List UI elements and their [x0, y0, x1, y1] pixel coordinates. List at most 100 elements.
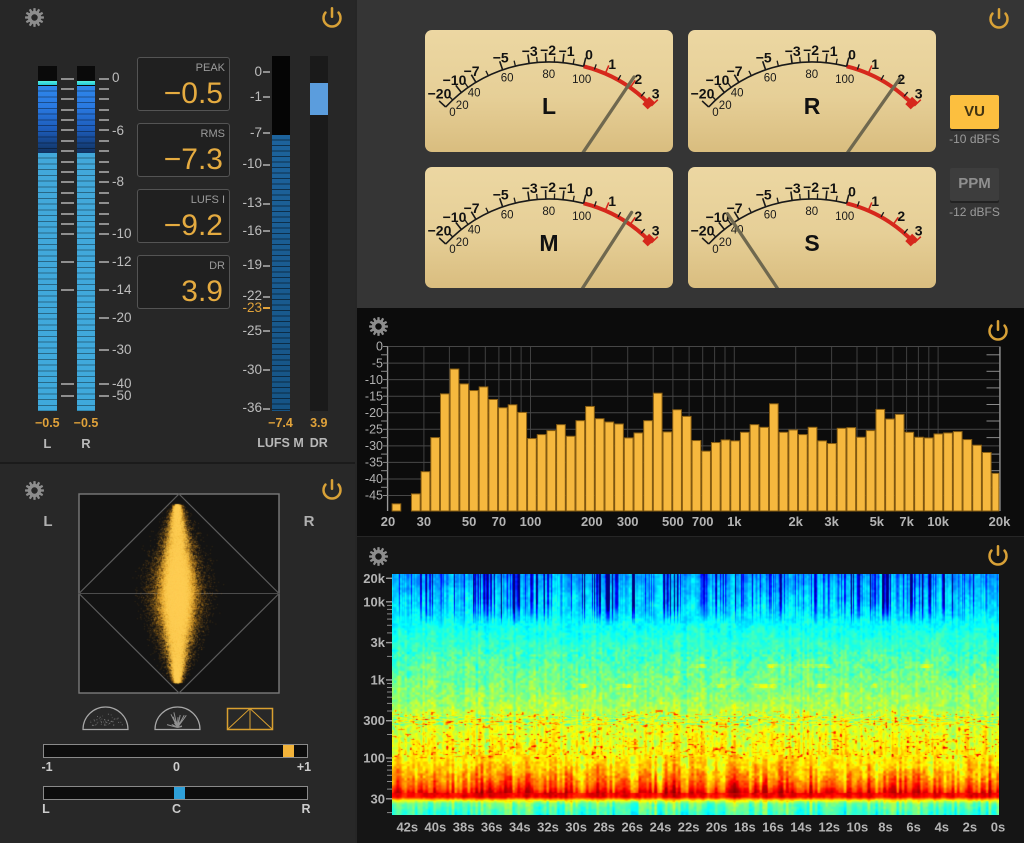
- svg-text:60: 60: [764, 209, 777, 221]
- svg-text:3: 3: [652, 86, 660, 102]
- svg-text:500: 500: [662, 514, 684, 529]
- svg-text:100: 100: [835, 74, 854, 86]
- svg-text:1: 1: [608, 193, 616, 209]
- svg-text:-10: -10: [365, 373, 383, 387]
- svg-text:36s: 36s: [481, 820, 503, 835]
- svg-text:S: S: [804, 230, 819, 256]
- svg-text:100: 100: [363, 751, 385, 766]
- svg-text:1k: 1k: [371, 672, 386, 687]
- svg-text:−7: −7: [464, 200, 480, 216]
- svg-text:−2: −2: [803, 42, 819, 58]
- svg-text:M: M: [539, 230, 558, 256]
- svg-text:0: 0: [848, 47, 856, 63]
- svg-text:0: 0: [712, 107, 718, 119]
- svg-text:−7: −7: [464, 63, 480, 79]
- svg-text:32s: 32s: [537, 820, 559, 835]
- svg-text:-40: -40: [365, 472, 383, 486]
- svg-text:40: 40: [731, 88, 744, 100]
- svg-text:300: 300: [617, 514, 639, 529]
- svg-text:−5: −5: [493, 186, 509, 202]
- svg-text:-20: -20: [365, 406, 383, 420]
- svg-text:3: 3: [652, 222, 660, 238]
- svg-text:1: 1: [608, 56, 616, 72]
- svg-text:100: 100: [572, 210, 591, 222]
- svg-text:10k: 10k: [927, 514, 949, 529]
- svg-text:8s: 8s: [878, 820, 892, 835]
- svg-text:10s: 10s: [847, 820, 869, 835]
- svg-text:50: 50: [462, 514, 476, 529]
- svg-text:100: 100: [835, 210, 854, 222]
- svg-text:7k: 7k: [899, 514, 914, 529]
- svg-text:20s: 20s: [706, 820, 728, 835]
- svg-text:−2: −2: [540, 179, 556, 195]
- svg-text:0: 0: [376, 340, 383, 354]
- svg-text:60: 60: [501, 73, 514, 85]
- svg-text:20: 20: [719, 237, 732, 249]
- svg-text:20: 20: [381, 514, 395, 529]
- svg-text:1: 1: [871, 56, 879, 72]
- svg-text:20: 20: [456, 100, 469, 112]
- svg-text:38s: 38s: [453, 820, 475, 835]
- svg-text:700: 700: [692, 514, 714, 529]
- svg-text:80: 80: [805, 206, 818, 218]
- svg-text:80: 80: [542, 206, 555, 218]
- svg-text:12s: 12s: [818, 820, 840, 835]
- svg-text:28s: 28s: [593, 820, 615, 835]
- svg-text:42s: 42s: [396, 820, 418, 835]
- svg-text:80: 80: [542, 69, 555, 81]
- svg-text:80: 80: [805, 69, 818, 81]
- svg-text:300: 300: [363, 713, 385, 728]
- svg-text:1k: 1k: [727, 514, 742, 529]
- svg-text:30: 30: [371, 791, 385, 806]
- svg-text:2s: 2s: [963, 820, 977, 835]
- svg-text:−7: −7: [727, 63, 743, 79]
- svg-text:40: 40: [468, 88, 481, 100]
- svg-text:2: 2: [634, 208, 642, 224]
- svg-text:20: 20: [719, 100, 732, 112]
- svg-text:40: 40: [468, 224, 481, 236]
- svg-text:6s: 6s: [906, 820, 920, 835]
- svg-text:14s: 14s: [790, 820, 812, 835]
- svg-text:3k: 3k: [824, 514, 839, 529]
- svg-text:0: 0: [848, 183, 856, 199]
- svg-text:40s: 40s: [425, 820, 447, 835]
- svg-text:R: R: [804, 93, 821, 119]
- svg-text:−2: −2: [540, 42, 556, 58]
- svg-text:30s: 30s: [565, 820, 587, 835]
- svg-text:-15: -15: [365, 389, 383, 403]
- svg-text:4s: 4s: [935, 820, 949, 835]
- svg-text:−3: −3: [785, 180, 801, 196]
- svg-text:-5: -5: [372, 356, 383, 370]
- svg-text:2: 2: [634, 71, 642, 87]
- svg-text:−3: −3: [522, 43, 538, 59]
- svg-text:16s: 16s: [762, 820, 784, 835]
- svg-text:30: 30: [417, 514, 431, 529]
- svg-text:20k: 20k: [989, 514, 1011, 529]
- svg-text:−3: −3: [522, 180, 538, 196]
- svg-text:−3: −3: [785, 43, 801, 59]
- svg-text:L: L: [542, 93, 556, 119]
- svg-text:3: 3: [915, 86, 923, 102]
- svg-text:70: 70: [492, 514, 506, 529]
- svg-text:22s: 22s: [678, 820, 700, 835]
- svg-text:−1: −1: [559, 43, 575, 59]
- svg-text:26s: 26s: [621, 820, 643, 835]
- svg-text:0: 0: [449, 107, 455, 119]
- svg-text:−5: −5: [756, 186, 772, 202]
- svg-text:3: 3: [915, 222, 923, 238]
- svg-text:0: 0: [585, 47, 593, 63]
- svg-text:3k: 3k: [371, 635, 386, 650]
- svg-text:18s: 18s: [734, 820, 756, 835]
- svg-text:−5: −5: [493, 50, 509, 66]
- svg-text:2k: 2k: [788, 514, 803, 529]
- svg-text:−2: −2: [803, 179, 819, 195]
- svg-text:10k: 10k: [363, 594, 385, 609]
- svg-text:20k: 20k: [363, 571, 385, 586]
- svg-text:1: 1: [871, 193, 879, 209]
- svg-text:−1: −1: [822, 180, 838, 196]
- svg-text:60: 60: [764, 73, 777, 85]
- svg-text:20: 20: [456, 237, 469, 249]
- svg-text:100: 100: [572, 74, 591, 86]
- svg-text:5k: 5k: [870, 514, 885, 529]
- svg-text:200: 200: [581, 514, 603, 529]
